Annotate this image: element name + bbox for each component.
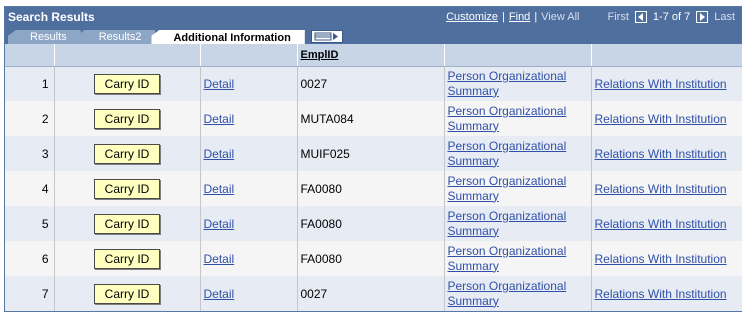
table-row: 4 Carry ID Detail FA0080 Person Organiza… (5, 171, 742, 206)
emplid-sort-link[interactable]: EmplID (301, 49, 339, 61)
column-header-row-number (5, 44, 55, 67)
column-header-detail (200, 44, 298, 67)
emplid-cell: MUTA084 (297, 101, 445, 136)
last-label: Last (714, 11, 735, 23)
person-org-summary-link[interactable]: Person Organizational Summary (448, 209, 588, 239)
relations-with-institution-link[interactable]: Relations With Institution (595, 77, 727, 91)
table-row: 7 Carry ID Detail 0027 Person Organizati… (5, 276, 742, 311)
relations-with-institution-link[interactable]: Relations With Institution (595, 112, 727, 126)
person-org-summary-link[interactable]: Person Organizational Summary (448, 139, 588, 169)
emplid-cell: FA0080 (297, 241, 445, 276)
arrow-left-icon[interactable] (634, 11, 647, 23)
relations-with-institution-link[interactable]: Relations With Institution (595, 217, 727, 231)
person-org-summary-link[interactable]: Person Organizational Summary (448, 104, 588, 134)
column-header-emplid[interactable]: EmplID (297, 44, 445, 67)
page-range: 1-7 of 7 (652, 11, 691, 23)
relations-with-institution-link[interactable]: Relations With Institution (595, 287, 727, 301)
tab-additional-information[interactable]: Additional Information (151, 30, 305, 44)
person-org-summary-link[interactable]: Person Organizational Summary (448, 174, 588, 204)
nav-separator: | (502, 11, 505, 23)
table-row: 6 Carry ID Detail FA0080 Person Organiza… (5, 241, 742, 276)
detail-link[interactable]: Detail (204, 77, 235, 91)
carry-id-button[interactable]: Carry ID (94, 143, 160, 164)
detail-link[interactable]: Detail (204, 287, 235, 301)
customize-link[interactable]: Customize (446, 11, 498, 23)
column-header-action (54, 44, 201, 67)
detail-link[interactable]: Detail (204, 182, 235, 196)
find-link[interactable]: Find (509, 11, 530, 23)
emplid-cell: FA0080 (297, 206, 445, 241)
row-number: 6 (5, 241, 55, 276)
tab-bar: Results Results2 Additional Information (5, 27, 741, 44)
emplid-cell: MUIF025 (297, 136, 445, 171)
carry-id-button[interactable]: Carry ID (94, 73, 160, 94)
search-results-grid: Search Results Customize | Find | View A… (4, 6, 742, 312)
row-number: 5 (5, 206, 55, 241)
carry-id-button[interactable]: Carry ID (94, 248, 160, 269)
carry-id-button[interactable]: Carry ID (94, 283, 160, 304)
person-org-summary-link[interactable]: Person Organizational Summary (448, 279, 588, 309)
grid-title: Search Results (8, 10, 95, 24)
carry-id-button[interactable]: Carry ID (94, 178, 160, 199)
person-org-summary-link[interactable]: Person Organizational Summary (448, 244, 588, 274)
grid-title-bar: Search Results Customize | Find | View A… (5, 7, 741, 27)
grid-navigation: Customize | Find | View All First 1-7 of… (446, 11, 735, 23)
row-number: 7 (5, 276, 55, 311)
first-label: First (607, 11, 629, 23)
table-row: 3 Carry ID Detail MUIF025 Person Organiz… (5, 136, 742, 171)
table-row: 5 Carry ID Detail FA0080 Person Organiza… (5, 206, 742, 241)
tab-results2[interactable]: Results2 (76, 30, 156, 44)
row-number: 2 (5, 101, 55, 136)
relations-with-institution-link[interactable]: Relations With Institution (595, 147, 727, 161)
table-header-row: EmplID (5, 44, 742, 67)
detail-link[interactable]: Detail (204, 147, 235, 161)
column-header-person (444, 44, 592, 67)
results-table: EmplID 1 Carry ID Detail 0027 Person Org… (5, 44, 742, 311)
carry-id-button[interactable]: Carry ID (94, 213, 160, 234)
column-header-relations (591, 44, 742, 67)
relations-with-institution-link[interactable]: Relations With Institution (595, 182, 727, 196)
emplid-cell: FA0080 (297, 171, 445, 206)
person-org-summary-link[interactable]: Person Organizational Summary (448, 69, 588, 99)
emplid-cell: 0027 (297, 276, 445, 311)
row-number: 3 (5, 136, 55, 171)
table-row: 2 Carry ID Detail MUTA084 Person Organiz… (5, 101, 742, 136)
show-all-columns-icon[interactable] (310, 30, 343, 43)
detail-link[interactable]: Detail (204, 112, 235, 126)
detail-link[interactable]: Detail (204, 217, 235, 231)
emplid-cell: 0027 (297, 66, 445, 101)
nav-separator: | (534, 11, 538, 23)
arrow-right-icon[interactable] (696, 11, 709, 23)
view-all-text: View All (541, 11, 580, 23)
tab-results[interactable]: Results (8, 30, 81, 44)
relations-with-institution-link[interactable]: Relations With Institution (595, 252, 727, 266)
row-number: 4 (5, 171, 55, 206)
carry-id-button[interactable]: Carry ID (94, 108, 160, 129)
table-row: 1 Carry ID Detail 0027 Person Organizati… (5, 66, 742, 101)
row-number: 1 (5, 66, 55, 101)
detail-link[interactable]: Detail (204, 252, 235, 266)
